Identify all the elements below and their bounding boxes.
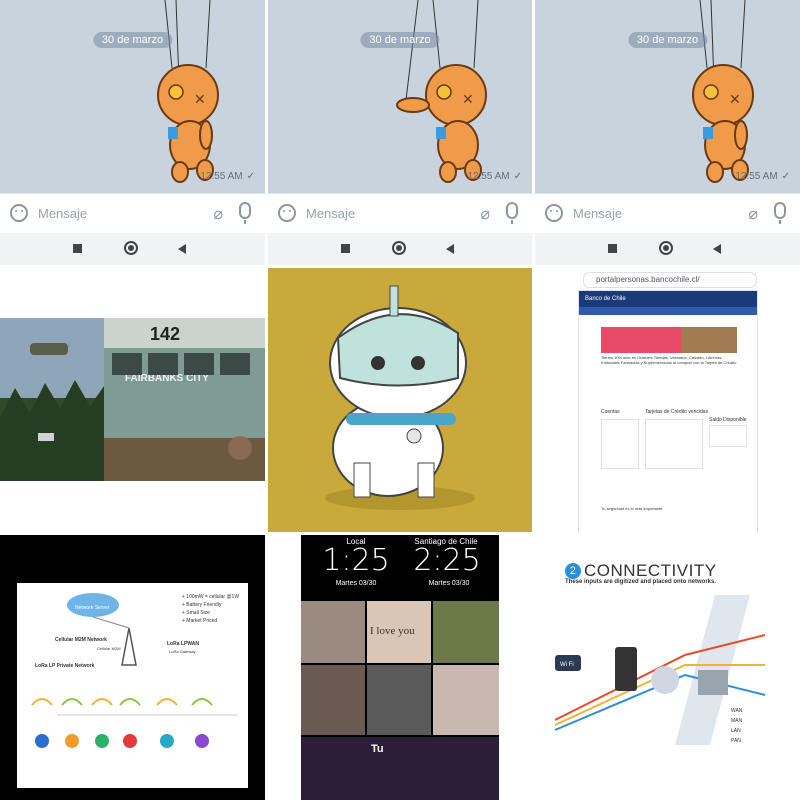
svg-text:LAN: LAN <box>731 728 741 734</box>
attach-icon[interactable]: ⌀ <box>748 204 758 224</box>
chat-screenshot-1: ✕ 30 de marzo 12:55 AM ✓ Mensaje ⌀ <box>0 0 265 265</box>
svg-text:LoRa Gateway: LoRa Gateway <box>169 649 195 654</box>
voodoo-doll-sticker: ✕ <box>157 0 219 183</box>
bank-website-screenshot: portalpersonas.bancochile.cl/ Banco de C… <box>535 268 800 532</box>
recents-icon[interactable] <box>73 244 82 253</box>
svg-text:WAN: WAN <box>731 708 743 714</box>
message-input-bar[interactable]: Mensaje ⌀ <box>268 193 532 234</box>
bus-number: 142 <box>150 324 180 344</box>
message-input[interactable]: Mensaje <box>573 206 622 221</box>
date-pill: 30 de marzo <box>92 32 173 48</box>
android-navbar <box>535 233 800 265</box>
svg-text:✕: ✕ <box>194 92 206 108</box>
connectivity-diagram: Wi Fi WAN MAN LAN PAN <box>554 595 766 745</box>
emoji-icon[interactable] <box>545 204 563 222</box>
tu-text: Tu <box>371 743 384 755</box>
chat-background: ✕ 30 de marzo 12:55 AM ✓ <box>0 0 265 193</box>
chat-screenshot-3: ✕ 30 de marzo 12:55 AM ✓ Mensaje ⌀ <box>535 0 800 265</box>
cuentas-label: Cuentas <box>601 409 620 415</box>
microphone-icon[interactable] <box>239 202 251 224</box>
message-time: 12:55 AM ✓ <box>735 171 790 182</box>
grid-photos <box>433 665 499 735</box>
birds-photo <box>433 601 499 663</box>
read-check-icon: ✓ <box>781 171 790 182</box>
back-icon[interactable] <box>446 244 454 254</box>
santiago-date: Martes 03/30 <box>428 580 470 587</box>
microphone-icon[interactable] <box>506 202 518 224</box>
svg-text:MAN: MAN <box>731 718 743 724</box>
voodoo-doll-sticker: ✕ <box>692 0 754 183</box>
dog-illustration <box>268 268 532 532</box>
back-icon[interactable] <box>178 244 186 254</box>
home-icon[interactable] <box>392 241 406 255</box>
android-navbar <box>268 233 532 265</box>
svg-text:LoRa LP Private Network: LoRa LP Private Network <box>35 663 95 669</box>
saldo-label: Saldo Disponible <box>709 417 747 423</box>
recents-icon[interactable] <box>608 244 617 253</box>
svg-text:PAN: PAN <box>731 738 741 744</box>
url-bar[interactable]: portalpersonas.bancochile.cl/ <box>583 272 757 288</box>
android-navbar <box>0 233 265 265</box>
svg-text:Cellular M2M Network: Cellular M2M Network <box>55 637 107 643</box>
microphone-icon[interactable] <box>774 202 786 224</box>
attach-icon[interactable]: ⌀ <box>480 204 490 224</box>
bus-photo: 142 FAIRBANKS CITY <box>0 318 265 481</box>
wifi-label: Wi Fi <box>560 662 574 668</box>
message-input-bar[interactable]: Mensaje ⌀ <box>535 193 800 234</box>
eye-bw-photo <box>367 665 431 735</box>
thumbnail-strip: Tu <box>301 737 499 800</box>
bank-page: Banco de Chile Tienes 10% dcto en Grande… <box>578 290 758 532</box>
local-time: 1:25 <box>322 543 390 578</box>
face-photo <box>301 665 365 735</box>
home-icon[interactable] <box>659 241 673 255</box>
network-server-label: Network Server <box>75 605 110 611</box>
read-check-icon: ✓ <box>513 171 522 182</box>
svg-text:✕: ✕ <box>729 92 741 108</box>
date-pill: 30 de marzo <box>627 32 708 48</box>
local-date: Martes 03/30 <box>335 580 377 587</box>
read-check-icon: ✓ <box>246 171 255 182</box>
world-clock-collage: Local Santiago de Chile 1:25 2:25 Martes… <box>268 535 532 800</box>
voodoo-doll-sticker: ✕ <box>396 0 487 183</box>
chat-screenshot-2: ✕ 30 de marzo 12:55 AM ✓ Mensaje ⌀ <box>268 0 532 265</box>
connectivity-infographic: 2 CONNECTIVITY These inputs are digitized… <box>535 535 800 800</box>
eye-tear-photo <box>301 601 365 663</box>
iot-network-diagram: Network Server + 100mW = cellular @1W + … <box>0 535 265 800</box>
svg-text:Cellular M2M: Cellular M2M <box>97 646 121 651</box>
photo-collage-bus: 142 FAIRBANKS CITY <box>0 268 265 532</box>
santiago-time: 2:25 <box>413 543 481 578</box>
tarjetas-label: Tarjetas de Crédito vencidas <box>645 409 709 415</box>
svg-text:LoRa LPWAN: LoRa LPWAN <box>167 641 199 647</box>
love-text: I love you <box>370 625 415 637</box>
message-time: 12:55 AM ✓ <box>467 171 522 182</box>
bank-logo: Banco de Chile <box>579 291 757 307</box>
chat-background: ✕ 30 de marzo 12:55 AM ✓ <box>268 0 532 193</box>
svg-text:✕: ✕ <box>462 92 474 108</box>
attach-icon[interactable]: ⌀ <box>213 204 223 224</box>
recents-icon[interactable] <box>341 244 350 253</box>
love-photo: I love you <box>367 601 431 663</box>
promo-text: Tienes 10% dcto en Grandes Tiendas, Vest… <box>601 355 737 365</box>
svg-text:+ Battery Friendly: + Battery Friendly <box>182 602 222 608</box>
clock-screen: Local Santiago de Chile 1:25 2:25 Martes… <box>301 535 499 800</box>
svg-text:+ Market Priced: + Market Priced <box>182 618 217 624</box>
svg-text:+ 100mW = cellular @1W: + 100mW = cellular @1W <box>182 594 239 600</box>
message-input[interactable]: Mensaje <box>38 206 87 221</box>
message-input[interactable]: Mensaje <box>306 206 355 221</box>
message-time: 12:55 AM ✓ <box>200 171 255 182</box>
back-icon[interactable] <box>713 244 721 254</box>
security-notice: Tu seguridad es lo más importante <box>601 506 663 511</box>
astronaut-dog-image <box>325 285 475 510</box>
svg-text:+ Small Size: + Small Size <box>182 610 210 616</box>
message-input-bar[interactable]: Mensaje ⌀ <box>0 193 265 234</box>
diagram-panel: Network Server + 100mW = cellular @1W + … <box>17 583 248 788</box>
chat-background: ✕ 30 de marzo 12:55 AM ✓ <box>535 0 800 193</box>
emoji-icon[interactable] <box>10 204 28 222</box>
emoji-icon[interactable] <box>278 204 296 222</box>
date-pill: 30 de marzo <box>360 32 440 48</box>
home-icon[interactable] <box>124 241 138 255</box>
